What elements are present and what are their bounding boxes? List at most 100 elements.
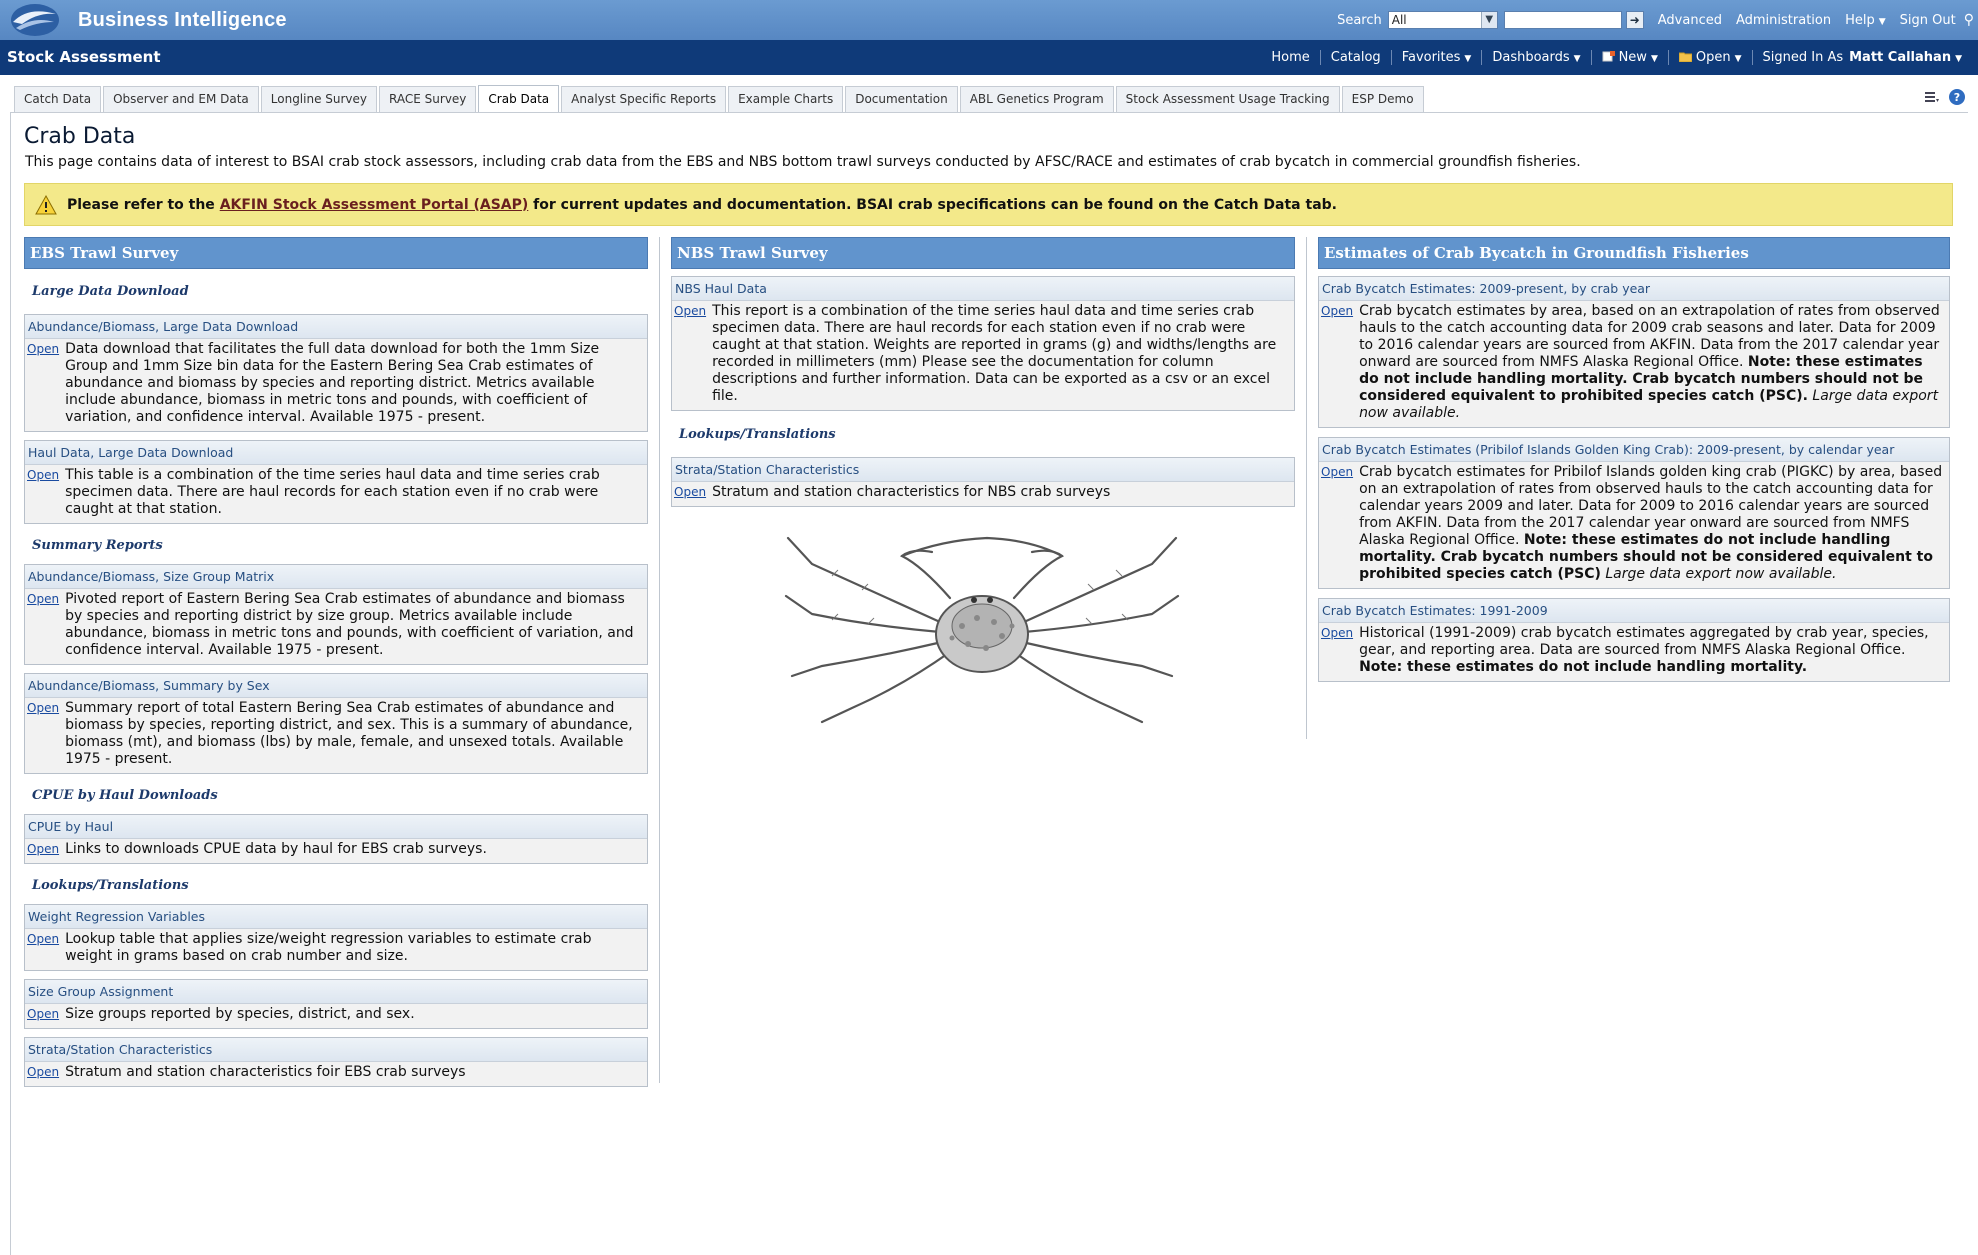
signed-in-label: Signed In As	[1762, 50, 1844, 65]
home-link[interactable]: Home	[1261, 50, 1319, 65]
open-link[interactable]: Open	[674, 303, 706, 405]
open-label: Open	[1695, 50, 1731, 65]
bycatch-section-header: Estimates of Crab Bycatch in Groundfish …	[1318, 237, 1950, 269]
chevron-down-icon[interactable]: ▼	[1480, 12, 1497, 28]
report-card: Strata/Station Characteristics Open Strat…	[24, 1037, 648, 1087]
open-menu[interactable]: Open ▼	[1667, 50, 1752, 65]
report-title: Strata/Station Characteristics	[25, 1038, 647, 1062]
search-icon[interactable]: ⚲	[1964, 12, 1974, 28]
open-link[interactable]: Open	[27, 1064, 59, 1081]
notice-text-after: for current updates and documentation. B…	[533, 196, 1337, 213]
report-description: This table is a combination of the time …	[65, 467, 600, 517]
notice-banner: Please refer to the AKFIN Stock Assessme…	[24, 183, 1953, 226]
page-options-icon[interactable]	[1924, 90, 1940, 104]
open-link[interactable]: Open	[1321, 303, 1353, 422]
report-card: Abundance/Biomass, Large Data Download O…	[24, 314, 648, 432]
chevron-down-icon: ▼	[1464, 54, 1472, 64]
sign-out-link[interactable]: Sign Out	[1900, 13, 1956, 28]
report-description: Data download that facilitates the full …	[65, 341, 600, 425]
open-link[interactable]: Open	[674, 484, 706, 501]
report-card: Strata/Station Characteristics Open Strat…	[671, 457, 1295, 507]
signed-in-menu[interactable]: Signed In As Matt Callahan ▼	[1751, 50, 1972, 65]
tab-longline-survey[interactable]: Longline Survey	[260, 86, 378, 112]
report-note: Note: these estimates do not include han…	[1359, 659, 1808, 675]
open-link[interactable]: Open	[27, 700, 59, 768]
report-description: Links to downloads CPUE data by haul for…	[65, 841, 487, 857]
tab-esp-demo[interactable]: ESP Demo	[1341, 86, 1424, 112]
dashboard-title: Stock Assessment	[7, 48, 161, 66]
favorites-menu[interactable]: Favorites ▼	[1390, 50, 1482, 65]
warning-icon	[35, 194, 57, 214]
advanced-link[interactable]: Advanced	[1658, 13, 1722, 28]
tab-documentation[interactable]: Documentation	[845, 86, 958, 112]
tab-example-charts[interactable]: Example Charts	[728, 86, 844, 112]
nbs-section-header: NBS Trawl Survey	[671, 237, 1295, 269]
open-link[interactable]: Open	[27, 467, 59, 518]
lookups-heading: Lookups/Translations	[32, 878, 189, 893]
report-description: Crab bycatch estimates by area, based on…	[1359, 303, 1945, 422]
tab-stock-assessment-usage-tracking[interactable]: Stock Assessment Usage Tracking	[1115, 86, 1340, 112]
notice-text-before: Please refer to the	[67, 196, 215, 213]
report-description: Pivoted report of Eastern Bering Sea Cra…	[65, 591, 634, 658]
page-title: Crab Data	[24, 124, 136, 149]
tab-catch-data[interactable]: Catch Data	[14, 86, 102, 112]
tab-abl-genetics-program[interactable]: ABL Genetics Program	[959, 86, 1114, 112]
report-card: Crab Bycatch Estimates: 1991-2009 Open H…	[1318, 598, 1950, 682]
search-go-button[interactable]: ➜	[1625, 11, 1644, 29]
report-title: Abundance/Biomass, Summary by Sex	[25, 674, 647, 698]
top-right-controls: Search All ▼ ➜ Advanced Administration H…	[1337, 0, 1978, 40]
open-link[interactable]: Open	[27, 1006, 59, 1023]
column-divider	[1306, 237, 1307, 739]
dashboards-label: Dashboards	[1492, 50, 1570, 65]
open-link[interactable]: Open	[1321, 625, 1353, 676]
report-title: CPUE by Haul	[25, 815, 647, 839]
new-menu[interactable]: New ▼	[1590, 50, 1668, 65]
report-title: Crab Bycatch Estimates (Pribilof Islands…	[1319, 438, 1949, 462]
search-scope-select[interactable]: All ▼	[1387, 11, 1498, 29]
open-link[interactable]: Open	[27, 931, 59, 965]
dashboards-menu[interactable]: Dashboards ▼	[1481, 50, 1590, 65]
tab-analyst-specific-reports[interactable]: Analyst Specific Reports	[561, 86, 727, 112]
column-divider	[659, 237, 660, 1083]
help-menu[interactable]: Help ▼	[1845, 13, 1886, 28]
ebs-column: EBS Trawl Survey Large Data Download Abu…	[24, 237, 648, 1087]
new-label: New	[1618, 50, 1647, 65]
open-link[interactable]: Open	[27, 841, 59, 858]
catalog-link[interactable]: Catalog	[1319, 50, 1391, 65]
chevron-down-icon: ▼	[1878, 16, 1886, 27]
user-name: Matt Callahan	[1849, 50, 1952, 65]
report-description: Stratum and station characteristics foir…	[65, 1064, 466, 1080]
ebs-section-header: EBS Trawl Survey	[24, 237, 648, 269]
page-tabs: Catch Data Observer and EM Data Longline…	[14, 85, 1426, 113]
open-link[interactable]: Open	[1321, 464, 1353, 583]
dashboard-nav-bar: Stock Assessment Home Catalog Favorites ▼…	[0, 40, 1978, 75]
report-title: Size Group Assignment	[25, 980, 647, 1004]
report-title: Strata/Station Characteristics	[672, 458, 1294, 482]
content-left-border	[10, 112, 11, 1255]
report-title: Weight Regression Variables	[25, 905, 647, 929]
administration-link[interactable]: Administration	[1736, 13, 1831, 28]
report-title: Abundance/Biomass, Size Group Matrix	[25, 565, 647, 589]
report-description: Size groups reported by species, distric…	[65, 1006, 415, 1022]
tab-race-survey[interactable]: RACE Survey	[379, 86, 477, 112]
chevron-down-icon: ▼	[1734, 54, 1742, 64]
tab-observer-em-data[interactable]: Observer and EM Data	[103, 86, 259, 112]
report-description: Crab bycatch estimates for Pribilof Isla…	[1359, 464, 1945, 583]
report-title: Crab Bycatch Estimates: 2009-present, by…	[1319, 277, 1949, 301]
report-text: Historical (1991-2009) crab bycatch esti…	[1359, 625, 1929, 658]
report-card: Crab Bycatch Estimates: 2009-present, by…	[1318, 276, 1950, 428]
snow-crab-illustration	[784, 536, 1180, 724]
help-icon[interactable]: ?	[1948, 88, 1966, 106]
report-card: Abundance/Biomass, Summary by Sex Open Su…	[24, 673, 648, 774]
app-title: Business Intelligence	[78, 9, 287, 31]
search-input[interactable]	[1503, 11, 1622, 29]
search-label: Search	[1337, 12, 1382, 28]
open-link[interactable]: Open	[27, 591, 59, 659]
page-options: ?	[1916, 88, 1966, 106]
open-link[interactable]: Open	[27, 341, 59, 426]
report-title: Haul Data, Large Data Download	[25, 441, 647, 465]
tab-crab-data[interactable]: Crab Data	[478, 85, 560, 113]
asap-portal-link[interactable]: AKFIN Stock Assessment Portal (ASAP)	[220, 197, 529, 213]
report-description: Stratum and station characteristics for …	[712, 484, 1111, 500]
nbs-lookups-heading: Lookups/Translations	[679, 427, 836, 442]
